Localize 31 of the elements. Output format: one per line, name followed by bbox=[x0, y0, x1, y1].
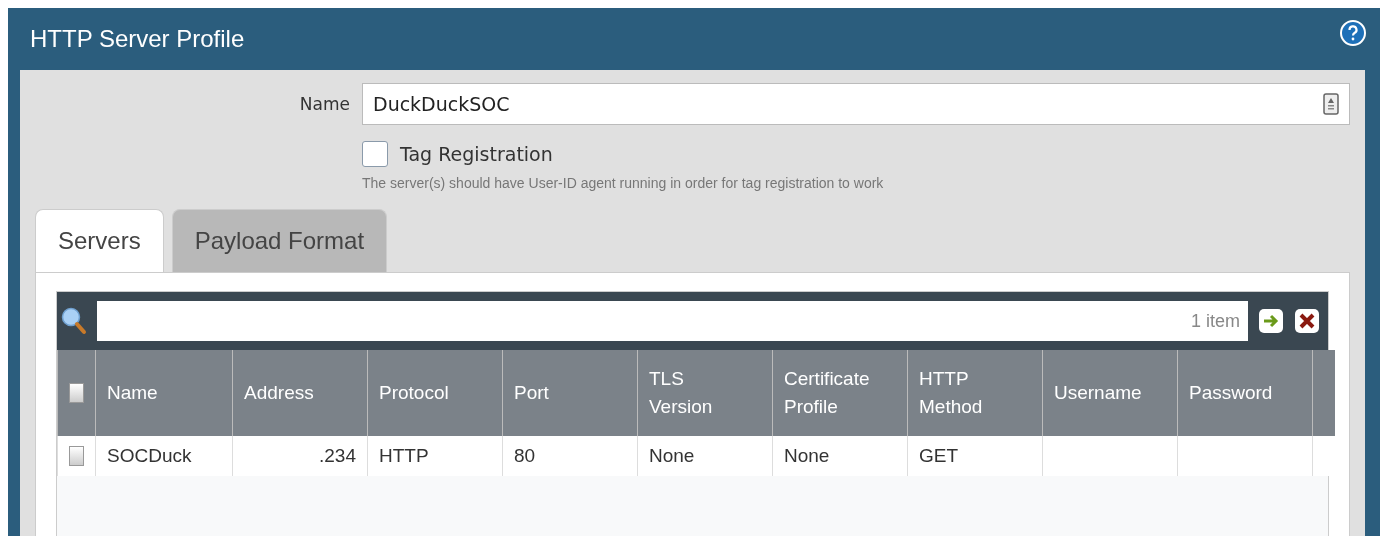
row-checkbox[interactable] bbox=[69, 446, 84, 466]
tab[interactable]: Servers bbox=[35, 209, 164, 272]
column-header[interactable]: TLS Version bbox=[637, 350, 772, 436]
name-field[interactable]: DuckDuckSOC bbox=[362, 83, 1350, 125]
select-all-checkbox[interactable] bbox=[69, 383, 84, 403]
table-cell: .234 bbox=[232, 436, 367, 476]
name-label: Name bbox=[298, 94, 350, 114]
table-cell: None bbox=[772, 436, 907, 476]
column-header[interactable]: Certificate Profile bbox=[772, 350, 907, 436]
column-header[interactable]: Name bbox=[95, 350, 232, 436]
window-title: HTTP Server Profile bbox=[30, 25, 245, 53]
table-cell: HTTP bbox=[367, 436, 502, 476]
column-header[interactable]: Port bbox=[502, 350, 637, 436]
help-icon[interactable] bbox=[1340, 20, 1366, 46]
tab[interactable]: Payload Format bbox=[171, 209, 388, 272]
column-header[interactable]: HTTP Method bbox=[907, 350, 1042, 436]
column-header[interactable]: Protocol bbox=[367, 350, 502, 436]
search-field[interactable]: 1 item bbox=[97, 301, 1248, 341]
contact-card-icon[interactable] bbox=[1323, 93, 1339, 115]
table-cell: None bbox=[637, 436, 772, 476]
hint-text: The server(s) should have User-ID agent running in order for tag registration to work bbox=[362, 175, 885, 191]
table-cell: GET bbox=[907, 436, 1042, 476]
tag-registration-label: Tag Registration bbox=[400, 143, 553, 165]
tag-registration-checkbox[interactable] bbox=[362, 141, 388, 167]
column-header[interactable]: Username bbox=[1042, 350, 1177, 436]
search-icon bbox=[61, 307, 87, 335]
table-cell: 80 bbox=[502, 436, 637, 476]
column-header[interactable]: Address bbox=[232, 350, 367, 436]
close-icon[interactable] bbox=[1294, 308, 1320, 334]
column-header[interactable]: Password bbox=[1177, 350, 1312, 436]
table-cell: SOCDuck bbox=[95, 436, 232, 476]
